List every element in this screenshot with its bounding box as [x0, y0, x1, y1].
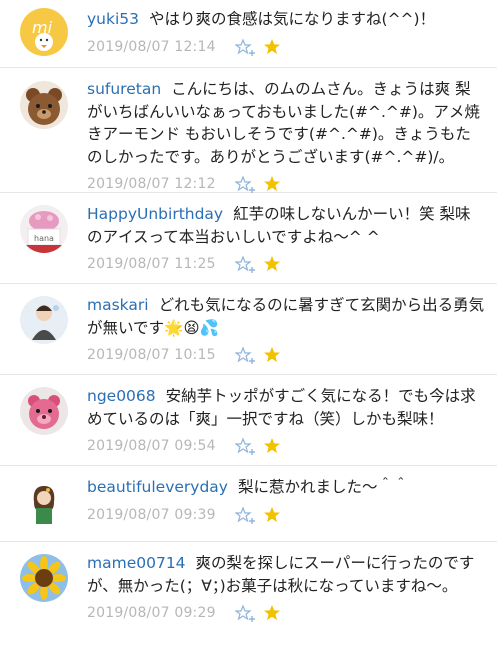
- avatar[interactable]: [20, 480, 68, 528]
- comment-date: 2019/08/07 09:39: [87, 506, 216, 523]
- teddy-bear-icon: [20, 81, 68, 129]
- username-link[interactable]: maskari: [87, 296, 149, 314]
- avatar[interactable]: [20, 296, 68, 344]
- avatar[interactable]: [20, 81, 68, 129]
- username-link[interactable]: HappyUnbirthday: [87, 205, 223, 223]
- comment-date: 2019/08/07 11:25: [87, 256, 216, 272]
- comment-date: 2019/08/07 12:14: [87, 38, 216, 55]
- star-icon[interactable]: [263, 37, 281, 57]
- comment-text-line: yuki53 やはり爽の食感は気になりますね(^^)！: [87, 8, 485, 31]
- sunflower-icon: [20, 554, 68, 602]
- comment-text-line: mame00714 爽の梨を探しにスーパーに行ったのですが、無かった(；∀；)お菓…: [87, 552, 485, 597]
- add-reaction-icon[interactable]: [235, 604, 257, 624]
- comment-text-line: maskari どれも気になるのに暑すぎて玄関から出る勇気が無いです🌟😫💦: [87, 294, 485, 339]
- comment-meta: 2019/08/07 12:14: [87, 37, 485, 61]
- comment-item: hana HappyUnbirthday 紅芋の味しないんかーい！笑 梨味のアイス…: [0, 193, 497, 284]
- cupcake-icon: hana: [20, 205, 68, 253]
- comment-date: 2019/08/07 09:54: [87, 438, 216, 454]
- comment-item: mame00714 爽の梨を探しにスーパーに行ったのですが、無かった(；∀；)お菓…: [0, 542, 497, 649]
- mi-logo-icon: mi: [20, 8, 68, 56]
- add-reaction-icon[interactable]: [235, 437, 257, 457]
- comment-text: 梨に惹かれました〜＾＾: [237, 478, 409, 496]
- comment-meta: 2019/08/07 09:29: [87, 603, 485, 627]
- username-link[interactable]: mame00714: [87, 554, 186, 572]
- add-reaction-icon[interactable]: [235, 255, 257, 275]
- comment-meta: 2019/08/07 09:54: [87, 436, 485, 460]
- avatar[interactable]: [20, 554, 68, 602]
- comment-text: やはり爽の食感は気になりますね(^^)！: [149, 10, 436, 28]
- username-link[interactable]: yuki53: [87, 10, 139, 28]
- comment-item: beautifuleveryday 梨に惹かれました〜＾＾ 2019/08/07 …: [0, 466, 497, 542]
- comment-date: 2019/08/07 09:29: [87, 605, 216, 621]
- star-icon[interactable]: [263, 603, 281, 623]
- comment-meta: 2019/08/07 10:15: [87, 345, 485, 369]
- girl-illustration-icon: [20, 480, 68, 528]
- comment-item: maskari どれも気になるのに暑すぎて玄関から出る勇気が無いです🌟😫💦 201…: [0, 284, 497, 375]
- comment-text-line: beautifuleveryday 梨に惹かれました〜＾＾: [87, 476, 485, 499]
- add-reaction-icon[interactable]: [235, 505, 257, 526]
- person-illustration-icon: [20, 296, 68, 344]
- username-link[interactable]: beautifuleveryday: [87, 478, 228, 496]
- star-icon[interactable]: [263, 345, 281, 365]
- comment-list: mi yuki53 やはり爽の食感は気になりますね(^^)！ 2019/08/07…: [0, 0, 497, 649]
- comment-meta: 2019/08/07 09:39: [87, 505, 485, 529]
- avatar[interactable]: mi: [20, 8, 68, 56]
- comment-date: 2019/08/07 12:12: [87, 176, 216, 192]
- avatar[interactable]: [20, 387, 68, 435]
- avatar-text: hana: [34, 234, 54, 243]
- avatar[interactable]: hana: [20, 205, 68, 253]
- comment-date: 2019/08/07 10:15: [87, 347, 216, 363]
- comment-text-line: HappyUnbirthday 紅芋の味しないんかーい！笑 梨味のアイスって本当お…: [87, 203, 485, 248]
- comment-item: nge0068 安納芋トッポがすごく気になる！でも今は求めているのは「爽」一択です…: [0, 375, 497, 466]
- add-reaction-icon[interactable]: [235, 37, 257, 58]
- add-reaction-icon[interactable]: [235, 346, 257, 366]
- star-icon[interactable]: [263, 505, 281, 525]
- username-link[interactable]: nge0068: [87, 387, 156, 405]
- comment-meta: 2019/08/07 11:25: [87, 254, 485, 278]
- star-icon[interactable]: [263, 436, 281, 456]
- add-reaction-icon[interactable]: [235, 175, 257, 195]
- star-icon[interactable]: [263, 174, 281, 194]
- comment-item: mi yuki53 やはり爽の食感は気になりますね(^^)！ 2019/08/07…: [0, 0, 497, 68]
- comment-text-line: nge0068 安納芋トッポがすごく気になる！でも今は求めているのは「爽」一択です…: [87, 385, 485, 430]
- pink-bear-icon: [20, 387, 68, 435]
- comment-text-line: sufuretan こんにちは、のムのムさん。きょうは爽 梨がいちばんいいなぁって…: [87, 78, 485, 168]
- username-link[interactable]: sufuretan: [87, 80, 161, 98]
- comment-item: sufuretan こんにちは、のムのムさん。きょうは爽 梨がいちばんいいなぁって…: [0, 68, 497, 193]
- star-icon[interactable]: [263, 254, 281, 274]
